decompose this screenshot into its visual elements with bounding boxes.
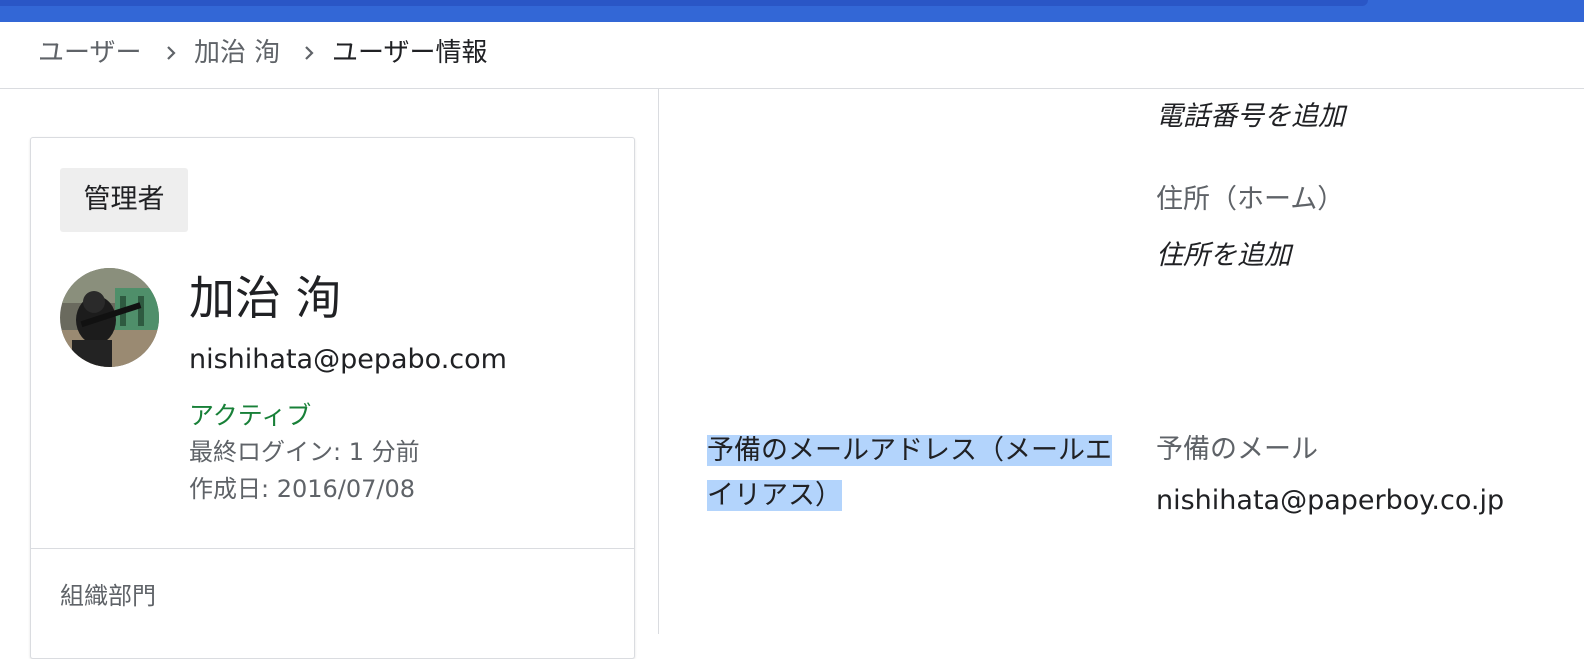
card-divider: [31, 548, 634, 549]
user-name: 加治 洵: [189, 271, 342, 325]
breadcrumb-item-user-info: ユーザー情報: [332, 38, 488, 68]
breadcrumb-item-user[interactable]: 加治 洵: [194, 36, 280, 70]
breadcrumb-item-users[interactable]: ユーザー: [38, 36, 141, 70]
secondary-email-section-title-text: 予備のメールアドレス（メールエイリアス）: [707, 435, 1112, 511]
add-address-link[interactable]: 住所を追加: [1156, 238, 1291, 274]
user-summary-card: 管理者 加治 洵 nishihata@pepabo.com アクティブ 最終ログ…: [30, 137, 635, 659]
left-panel: 管理者 加治 洵 nishihata@pepabo.com アクティブ 最終ログ…: [0, 89, 659, 659]
created-date-text: 作成日: 2016/07/08: [189, 475, 416, 503]
secondary-email-value: nishihata@paperboy.co.jp: [1156, 485, 1505, 516]
secondary-email-section-title: 予備のメールアドレス（メールエイリアス）: [707, 428, 1127, 518]
org-unit-label: 組織部門: [60, 582, 156, 610]
app-header-strip: [0, 0, 1368, 6]
chevron-right-icon: [167, 46, 176, 60]
avatar[interactable]: [60, 268, 159, 367]
breadcrumb: ユーザー 加治 洵 ユーザー情報: [0, 22, 1584, 89]
chevron-right-icon: [305, 46, 314, 60]
secondary-email-label: 予備のメール: [1156, 434, 1318, 465]
role-badge: 管理者: [60, 168, 188, 232]
status-badge: アクティブ: [189, 401, 312, 430]
user-email: nishihata@pepabo.com: [189, 344, 507, 375]
home-address-label: 住所（ホーム）: [1156, 184, 1345, 215]
app-header-bar: [0, 0, 1584, 22]
user-avatar-photo-icon: [60, 268, 159, 367]
add-phone-link[interactable]: 電話番号を追加: [1156, 99, 1345, 135]
last-login-text: 最終ログイン: 1 分前: [189, 438, 420, 466]
